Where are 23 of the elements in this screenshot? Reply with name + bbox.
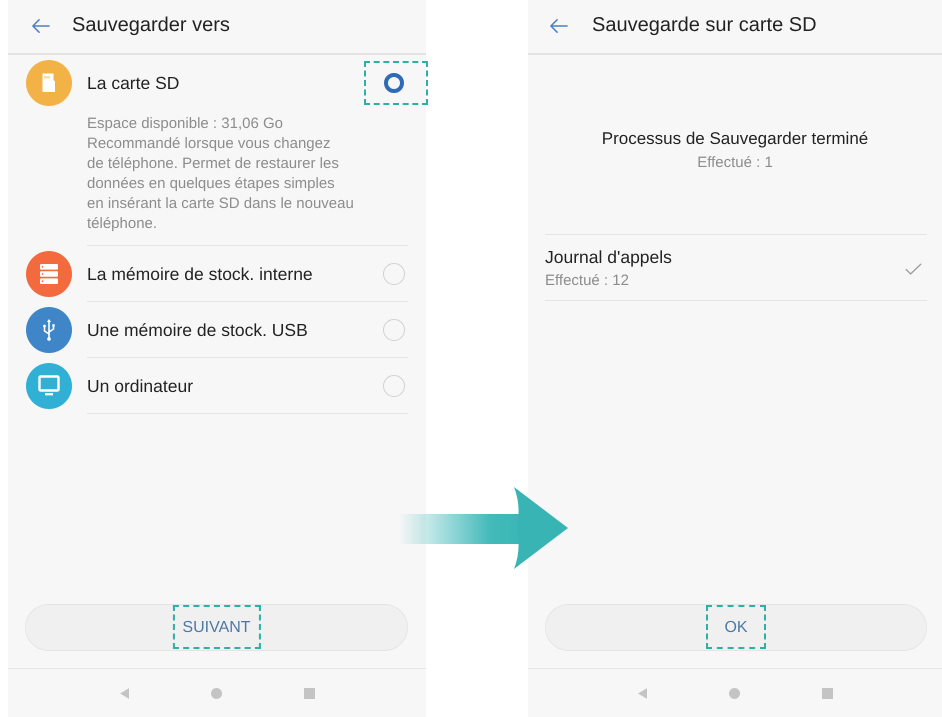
radio-button[interactable] [384,73,404,93]
nav-back-icon[interactable] [638,688,646,698]
option-label: La carte SD [87,72,180,94]
nav-back-icon[interactable] [120,688,128,698]
status-count: Effectué : 1 [697,154,773,172]
screen-title: Sauvegarder vers [72,14,230,37]
nav-recents-icon[interactable] [822,688,832,698]
description-text: Recommandé lorsque vous changez de téléphone. Permet de restaurer les données en quelques étapes simples en insérant la carte SD dans le nouveau téléphone. [87,134,355,234]
option-label: Un ordinateur [87,376,194,396]
nav-home-icon[interactable] [210,688,222,698]
screen-title: Sauvegarde sur carte SD [592,14,817,37]
option-label: Une mémoire de stock. USB [87,320,308,340]
item-count: Effectué : 12 [545,272,630,290]
nav-recents-icon[interactable] [304,688,314,698]
status-heading: Processus de Sauvegarder terminé [602,128,868,149]
nav-home-icon[interactable] [728,688,740,698]
ok-button[interactable]: OK [545,604,927,651]
back-arrow-icon[interactable] [31,18,50,34]
option-label: La mémoire de stock. interne [87,264,313,284]
description-text: Espace disponible : 31,06 Go [87,114,284,134]
back-arrow-icon[interactable] [549,18,568,34]
next-button[interactable]: SUIVANT [25,604,408,651]
item-label: Journal d'appels [545,247,672,268]
